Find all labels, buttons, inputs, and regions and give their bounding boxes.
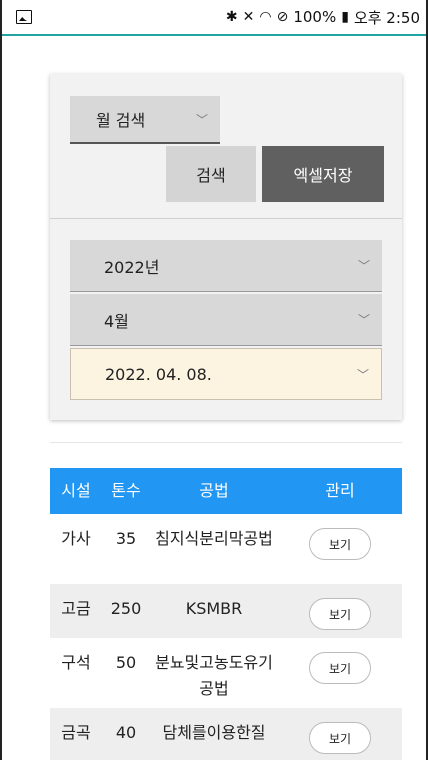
cell-method: 담체를이용한질 (162, 723, 266, 742)
date-select[interactable]: 2022. 04. 08. ﹀ (70, 348, 382, 400)
cell-tons: 250 (110, 599, 142, 618)
cell-method: 분뇨및고농도유기공법 (155, 653, 273, 698)
section-divider (50, 442, 402, 443)
month-value: 4월 (104, 311, 129, 331)
view-button[interactable]: 보기 (309, 598, 371, 630)
table-row: 가사 35 침지식분리막공법 보기 (50, 514, 402, 584)
month-select[interactable]: 4월 ﹀ (70, 294, 382, 346)
cell-tons: 50 (115, 653, 137, 672)
header-tons: 톤수 (111, 481, 141, 500)
table-row: 구석 50 분뇨및고농도유기공법 보기 (50, 638, 402, 708)
cell-facility: 고금 (61, 599, 91, 618)
status-icons: ✱ ✕ ◠ ⊘ 100% ▮ 오후 2:50 (226, 7, 420, 28)
status-bar: ✱ ✕ ◠ ⊘ 100% ▮ 오후 2:50 (2, 0, 426, 34)
chevron-down-icon: ﹀ (195, 112, 208, 127)
chevron-down-icon: ﹀ (357, 259, 370, 273)
cell-facility: 가사 (61, 529, 91, 548)
excel-save-button[interactable]: 엑셀저장 (262, 146, 384, 202)
header-manage: 관리 (325, 481, 355, 500)
cell-method: 침지식분리막공법 (155, 529, 273, 548)
card-divider (50, 218, 402, 219)
search-button[interactable]: 검색 (166, 146, 256, 202)
cell-facility: 구석 (61, 653, 91, 672)
bluetooth-icon: ✱ (225, 9, 238, 25)
status-divider (2, 34, 426, 36)
table-row: 고금 250 KSMBR 보기 (50, 584, 402, 638)
year-value: 2022년 (104, 257, 160, 277)
no-sim-icon: ⊘ (276, 9, 289, 25)
cell-tons: 40 (115, 723, 137, 742)
facility-table: 시설 톤수 공법 관리 가사 35 침지식분리막공법 보기 고금 250 KSM… (50, 468, 402, 760)
search-mode-label: 월 검색 (96, 111, 146, 130)
wifi-icon: ◠ (259, 9, 272, 25)
battery-percent: 100% (293, 8, 337, 26)
header-facility: 시설 (61, 481, 91, 500)
mute-icon: ✕ (242, 9, 255, 25)
table-header: 시설 톤수 공법 관리 (50, 468, 402, 514)
table-row: 금곡 40 담체를이용한질 보기 (50, 708, 402, 760)
search-card: 월 검색 ﹀ 검색 엑셀저장 2022년 ﹀ 4월 ﹀ 2022. 04. 08… (50, 74, 402, 420)
chevron-down-icon: ﹀ (357, 313, 370, 327)
cell-facility: 금곡 (61, 723, 91, 742)
image-icon (16, 10, 32, 24)
cell-tons: 35 (115, 529, 137, 548)
battery-icon: ▮ (341, 9, 349, 25)
chevron-down-icon: ﹀ (356, 367, 369, 382)
clock: 오후 2:50 (353, 8, 420, 27)
view-button[interactable]: 보기 (309, 528, 371, 560)
view-button[interactable]: 보기 (309, 652, 371, 684)
view-button[interactable]: 보기 (309, 722, 371, 754)
date-value: 2022. 04. 08. (105, 364, 212, 384)
year-select[interactable]: 2022년 ﹀ (70, 240, 382, 292)
cell-method: KSMBR (185, 599, 243, 618)
search-mode-select[interactable]: 월 검색 ﹀ (70, 96, 220, 144)
header-method: 공법 (199, 481, 229, 500)
